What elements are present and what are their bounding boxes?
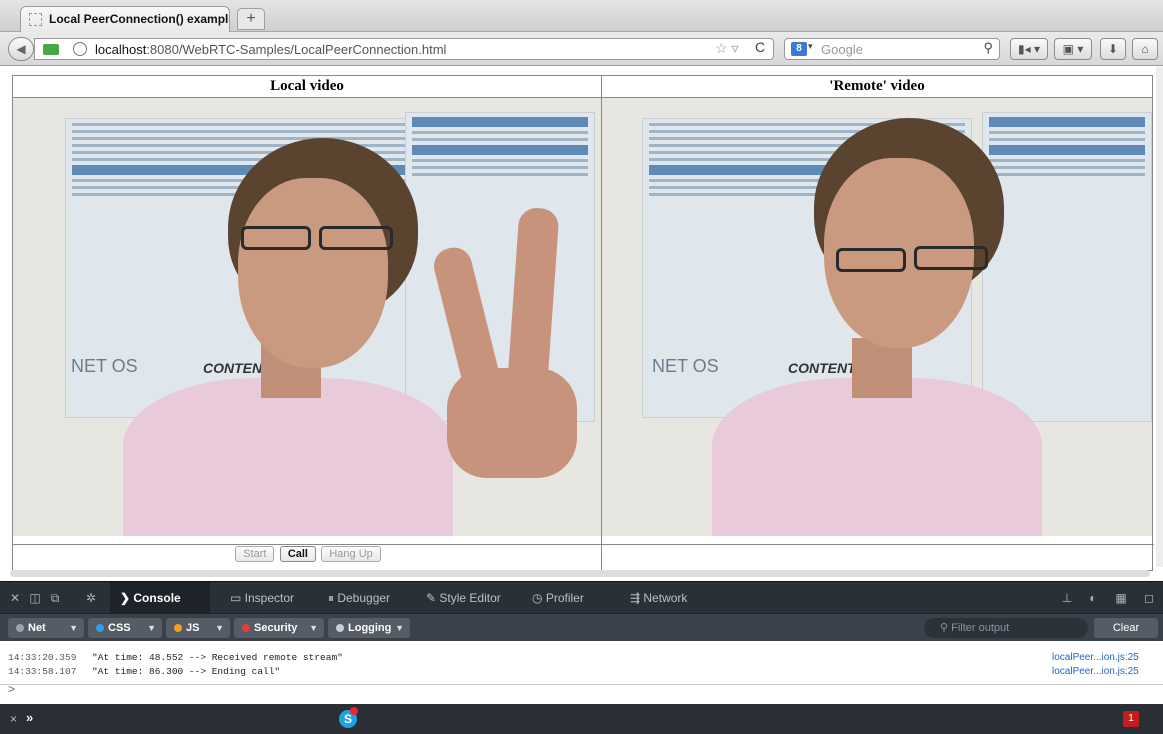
glasses-right (914, 246, 988, 270)
logging-dot-icon (336, 624, 344, 632)
background-poster-right (982, 112, 1152, 422)
window-icon[interactable]: ⧉ (48, 591, 62, 605)
close-addon-bar-icon[interactable]: × (10, 712, 17, 726)
console-row: 14:33:58.107 "At time: 86.300 --> Ending… (0, 665, 1163, 678)
content-logo: CONTENT (788, 360, 856, 376)
browser-tab-title: Local PeerConnection() example (49, 12, 230, 26)
tab-profiler[interactable]: ◷ Profiler (522, 582, 594, 614)
url-host: localhost (95, 42, 147, 57)
chevrons-icon[interactable]: » (26, 710, 33, 725)
split-console-icon[interactable]: ◻ (1142, 591, 1156, 605)
error-count-badge[interactable]: 1 (1123, 711, 1139, 727)
filter-css-button[interactable]: CSS ▼ (88, 618, 162, 638)
person-shirt (712, 378, 1042, 536)
navigation-toolbar: ◀ localhost:8080/WebRTC-Samples/LocalPee… (0, 32, 1163, 66)
filter-js-button[interactable]: JS ▼ (166, 618, 230, 638)
glasses-right (319, 226, 393, 250)
history-menu-button[interactable]: ▣ ▾ (1054, 38, 1092, 60)
local-video-panel: Local video NET OS CONTENT Start Call Ha… (12, 75, 603, 571)
tab-network[interactable]: ⇶ Network (620, 582, 697, 614)
reload-icon[interactable]: C (755, 39, 765, 55)
console-filter-bar: Net ▼ CSS ▼ JS ▼ Security ▼ Logging ▼ ⚲ Filte… (0, 613, 1163, 641)
back-button[interactable]: ◀ (8, 37, 34, 61)
options-icon[interactable]: ▦ (1114, 591, 1128, 605)
js-dot-icon (174, 624, 182, 632)
hand-palm (447, 368, 577, 478)
page-vertical-scrollbar[interactable] (1156, 67, 1163, 567)
page-content: Local video NET OS CONTENT Start Call Ha… (0, 67, 1163, 571)
remote-controls-row (602, 544, 1154, 566)
css-dot-icon (96, 624, 104, 632)
tab-inspector[interactable]: ▭ Inspector (220, 582, 304, 614)
close-icon[interactable]: ✕ (8, 591, 22, 605)
browser-tab[interactable]: Local PeerConnection() example (20, 6, 230, 32)
filter-net-button[interactable]: Net ▼ (8, 618, 84, 638)
net-dot-icon (16, 624, 24, 632)
downloads-button[interactable]: ⬇ (1100, 38, 1126, 60)
search-box[interactable]: 8 ▾ Google ⚲ (784, 38, 1000, 60)
console-source-link[interactable]: localPeer...ion.js:25 (1052, 651, 1139, 664)
dock-icon[interactable]: ◫ (28, 591, 42, 605)
local-video: NET OS CONTENT (13, 98, 601, 536)
clear-button[interactable]: Clear (1094, 618, 1158, 638)
console-source-link[interactable]: localPeer...ion.js:25 (1052, 665, 1139, 678)
hangup-button[interactable]: Hang Up (321, 546, 381, 562)
camera-icon[interactable] (43, 44, 59, 55)
console-timestamp: 14:33:58.107 (8, 666, 77, 677)
home-button[interactable]: ⌂ (1132, 38, 1158, 60)
new-tab-button[interactable]: + (237, 8, 265, 30)
url-path: :8080/WebRTC-Samples/LocalPeerConnection… (146, 42, 447, 57)
console-row: 14:33:20.359 "At time: 48.552 --> Receiv… (0, 651, 1163, 664)
search-engine-icon[interactable]: 8 (791, 42, 807, 56)
person-shirt (123, 378, 453, 536)
page-horizontal-scrollbar[interactable] (10, 570, 1150, 577)
skype-status-dot (350, 707, 358, 715)
url-bar[interactable]: localhost:8080/WebRTC-Samples/LocalPeerC… (34, 38, 774, 60)
call-controls: Start Call Hang Up (13, 544, 603, 566)
call-button[interactable]: Call (279, 546, 316, 562)
glasses-left (836, 248, 906, 272)
start-button[interactable]: Start (235, 546, 275, 562)
responsive-icon[interactable]: ◐ (1086, 591, 1100, 605)
gear-icon[interactable]: ✲ (84, 591, 98, 605)
person-face (238, 178, 388, 368)
console-output: 14:33:20.359 "At time: 48.552 --> Receiv… (0, 641, 1163, 703)
filter-security-button[interactable]: Security ▼ (234, 618, 324, 638)
console-message: "At time: 86.300 --> Ending call" (92, 666, 281, 677)
netos-logo: NET OS (652, 356, 719, 376)
bookmark-star-icon[interactable]: ☆ ▿ (715, 40, 738, 57)
security-dot-icon (242, 624, 250, 632)
filter-output-input[interactable]: ⚲ Filter output (924, 618, 1088, 638)
chevron-down-icon[interactable]: ▾ (808, 41, 813, 52)
scratchpad-icon[interactable]: ⊥ (1060, 591, 1074, 605)
local-video-heading: Local video (13, 76, 601, 98)
glasses-left (241, 226, 311, 250)
magnifier-icon[interactable]: ⚲ (983, 40, 993, 56)
tab-debugger[interactable]: ⏸ Debugger (318, 582, 400, 614)
remote-video: NET OS CONTENT (602, 98, 1152, 536)
page-favicon-icon (29, 13, 42, 26)
addon-bar: × » S 1 (0, 704, 1163, 734)
netos-logo: NET OS (71, 356, 138, 376)
remote-video-panel: 'Remote' video NET OS CONTENT (601, 75, 1154, 571)
divider (0, 684, 1163, 685)
tab-console[interactable]: ❯ Console (110, 582, 210, 614)
search-placeholder: Google (821, 42, 863, 57)
devtools-toolbar: ✕ ◫ ⧉ ✲ ❯ Console ▭ Inspector ⏸ Debugger… (0, 581, 1163, 614)
filter-logging-button[interactable]: Logging ▼ (328, 618, 410, 638)
console-message: "At time: 48.552 --> Received remote str… (92, 652, 343, 663)
bookmarks-menu-button[interactable]: ▮◂ ▾ (1010, 38, 1048, 60)
tab-strip: Local PeerConnection() example + (0, 0, 1163, 32)
console-timestamp: 14:33:20.359 (8, 652, 77, 663)
remote-video-heading: 'Remote' video (602, 76, 1152, 98)
tab-style-editor[interactable]: ✎ Style Editor (416, 582, 511, 614)
globe-icon[interactable] (73, 42, 87, 56)
